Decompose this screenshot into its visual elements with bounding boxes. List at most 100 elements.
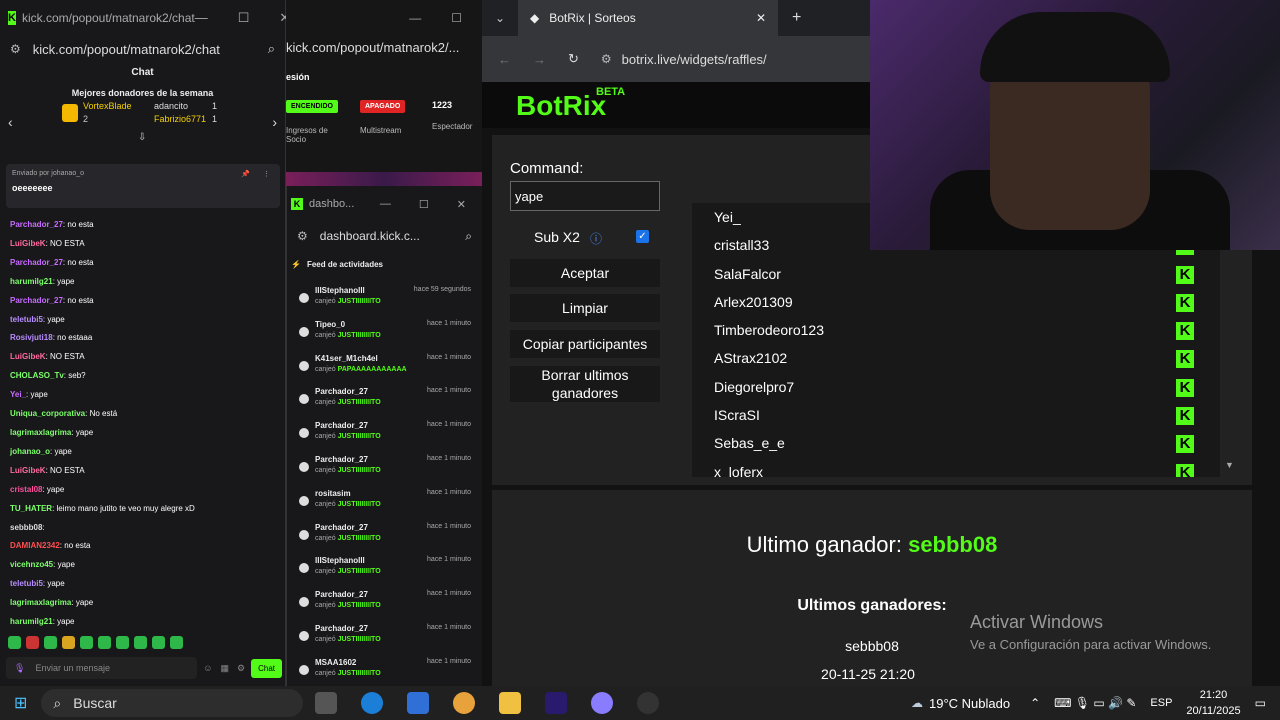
accept-button[interactable]: Aceptar: [510, 259, 660, 287]
chat-username[interactable]: johanao_o: [10, 447, 50, 456]
emote-icon[interactable]: [170, 636, 183, 649]
emote-icon[interactable]: [44, 636, 57, 649]
chat-username[interactable]: Uniqua_corporativa: [10, 409, 85, 418]
chat-username[interactable]: teletubi5: [10, 315, 43, 324]
windows-start-icon[interactable]: ⊞: [14, 693, 27, 713]
chat-username[interactable]: Rosivjuti18: [10, 333, 53, 342]
emote-icon[interactable]: [80, 636, 93, 649]
chat-input[interactable]: 🎙 Enviar un mensaje: [6, 657, 198, 679]
back-icon[interactable]: ←: [498, 52, 511, 67]
search-icon[interactable]: ⌕: [465, 229, 472, 244]
site-settings-icon[interactable]: ⚙: [297, 229, 308, 243]
chat-username[interactable]: harumilg21: [10, 277, 53, 286]
feed-user[interactable]: lIIStephanolll: [315, 286, 365, 295]
chat-username[interactable]: Parchador_27: [10, 296, 63, 305]
close-tab-icon[interactable]: ✕: [756, 11, 766, 25]
feed-user[interactable]: lIIStephanolll: [315, 556, 365, 565]
language-indicator[interactable]: ESP: [1150, 697, 1172, 709]
emote-icon[interactable]: [8, 636, 21, 649]
minimize-icon[interactable]: —: [409, 11, 421, 25]
weather-icon[interactable]: ☁: [911, 696, 923, 710]
chat-send-button[interactable]: Chat: [251, 658, 282, 678]
pin-icon[interactable]: 📌: [241, 170, 250, 178]
chevron-right-icon[interactable]: ›: [272, 114, 277, 130]
emoji-icon[interactable]: ☺: [203, 663, 212, 673]
clear-button[interactable]: Limpiar: [510, 294, 660, 322]
chat-username[interactable]: vicehnzo45: [10, 560, 53, 569]
emote-icon[interactable]: [26, 636, 39, 649]
chat-username[interactable]: Yei_: [10, 390, 26, 399]
pinned-message[interactable]: Enviado por johanao_o oeeeeeee 📌 ⋮: [6, 164, 280, 208]
weather-text[interactable]: 19°C Nublado: [929, 696, 1010, 711]
chat-username[interactable]: lagrimaxlagrima: [10, 428, 71, 437]
edge-icon[interactable]: [361, 692, 384, 714]
task-view-icon[interactable]: [315, 692, 338, 714]
chat-username[interactable]: LuiGibeK: [10, 239, 46, 248]
status-on-badge[interactable]: ENCENDIDO: [286, 100, 339, 113]
status-off-badge[interactable]: APAGADO: [360, 100, 406, 113]
clock[interactable]: 21:20 20/11/2025: [1186, 687, 1240, 719]
dash-url[interactable]: dashboard.kick.c...: [320, 229, 420, 243]
chat-url[interactable]: kick.com/popout/matnarok2/chat: [33, 42, 220, 57]
browser-url[interactable]: botrix.live/widgets/raffles/: [622, 52, 767, 67]
search-icon[interactable]: ⌕: [268, 41, 275, 57]
feed-user[interactable]: Parchador_27: [315, 590, 368, 599]
gear-icon[interactable]: ⚙: [237, 663, 245, 674]
emote-icon[interactable]: [116, 636, 129, 649]
tray-icons[interactable]: ⌨ 🎙 ▭ 🔊 ✎: [1054, 696, 1136, 710]
store-icon[interactable]: [407, 692, 430, 714]
chat-username[interactable]: TU_HATER: [10, 504, 52, 513]
tab-list-icon[interactable]: ⌄: [482, 11, 518, 25]
delete-winners-button[interactable]: Borrar ultimos ganadores: [510, 366, 660, 402]
minimize-icon[interactable]: —: [195, 10, 208, 26]
chat-username[interactable]: cristal08: [10, 485, 42, 494]
tab-botrix[interactable]: ◆ BotRix | Sorteos ✕: [518, 0, 778, 36]
feed-user[interactable]: rositasim: [315, 489, 351, 498]
chat-username[interactable]: LuiGibeK: [10, 466, 46, 475]
emote-icon[interactable]: [98, 636, 111, 649]
reload-icon[interactable]: ↻: [568, 51, 579, 67]
feed-user[interactable]: Parchador_27: [315, 421, 368, 430]
feed-user[interactable]: Parchador_27: [315, 455, 368, 464]
file-explorer-icon[interactable]: [499, 692, 522, 714]
tray-chevron-icon[interactable]: ⌃: [1030, 696, 1040, 710]
site-settings-icon[interactable]: ⚙: [601, 52, 612, 66]
chat-username[interactable]: CHOLASO_Tv: [10, 371, 64, 380]
back-url[interactable]: kick.com/popout/matnarok2/...: [286, 40, 459, 55]
close-icon[interactable]: ✕: [457, 198, 466, 211]
scroll-down-icon[interactable]: ▼: [1225, 460, 1234, 470]
minimize-icon[interactable]: —: [380, 198, 391, 210]
feed-user[interactable]: Parchador_27: [315, 387, 368, 396]
store-icon[interactable]: ▦: [221, 663, 230, 674]
expand-icon[interactable]: ⇩: [138, 132, 146, 143]
maximize-icon[interactable]: ☐: [451, 11, 462, 25]
new-tab-icon[interactable]: +: [792, 9, 801, 27]
sub-checkbox[interactable]: ✓: [636, 230, 649, 243]
feed-user[interactable]: Parchador_27: [315, 523, 368, 532]
microphone-icon[interactable]: 🎙: [14, 663, 25, 674]
feed-user[interactable]: Parchador_27: [315, 624, 368, 633]
notification-icon[interactable]: ▭: [1255, 696, 1266, 710]
obs-icon[interactable]: [637, 692, 660, 714]
taskbar-search[interactable]: ⌕ Buscar: [41, 689, 304, 717]
info-icon[interactable]: ⓘ: [590, 230, 602, 247]
more-options-icon[interactable]: ⋮: [263, 170, 270, 178]
chrome-icon[interactable]: [453, 692, 476, 714]
command-input[interactable]: [510, 181, 660, 211]
chat-username[interactable]: lagrimaxlagrima: [10, 598, 71, 607]
emote-icon[interactable]: [152, 636, 165, 649]
site-settings-icon[interactable]: ⚙: [10, 42, 21, 56]
chat-username[interactable]: Parchador_27: [10, 220, 63, 229]
chat-username[interactable]: Parchador_27: [10, 258, 63, 267]
emote-icon[interactable]: [134, 636, 147, 649]
app-icon[interactable]: [591, 692, 614, 714]
copy-participants-button[interactable]: Copiar participantes: [510, 330, 660, 358]
feed-user[interactable]: Tipeo_0: [315, 320, 345, 329]
forward-icon[interactable]: →: [533, 52, 546, 67]
chat-username[interactable]: sebbb08: [10, 523, 42, 532]
chevron-left-icon[interactable]: ‹: [8, 114, 13, 130]
emote-icon[interactable]: [62, 636, 75, 649]
maximize-icon[interactable]: ☐: [419, 198, 429, 211]
chat-username[interactable]: harumilg21: [10, 617, 53, 626]
premiere-icon[interactable]: [545, 692, 568, 714]
